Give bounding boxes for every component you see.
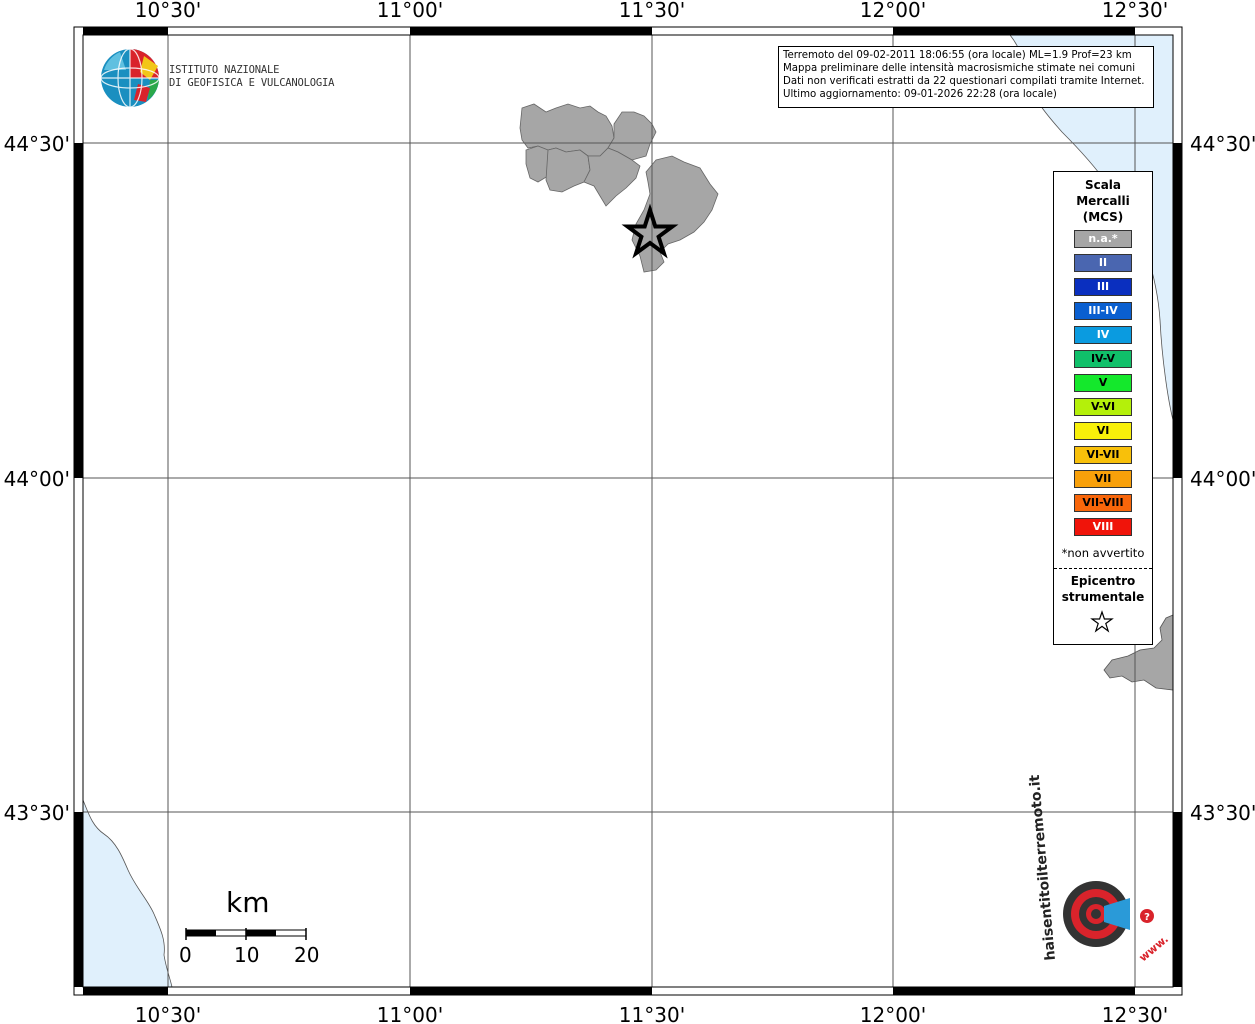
legend-item: IV (1074, 326, 1132, 344)
scale-tick-10: 10 (234, 943, 260, 967)
legend-title: Scala Mercalli (MCS) (1054, 177, 1152, 225)
info-line-1: Terremoto del 09-02-2011 18:06:55 (ora l… (783, 50, 1132, 61)
intensity-legend: Scala Mercalli (MCS) n.a.* II III III-IV IV I… (1053, 171, 1153, 645)
lon-label-top: 12°00' (860, 0, 926, 22)
lat-label-left: 43°30' (4, 801, 70, 825)
legend-item: VIII (1074, 518, 1132, 536)
lon-label-bottom: 11°30' (619, 1003, 685, 1024)
legend-epicenter-line-1: Epicentro (1070, 574, 1136, 588)
legend-title-line-3: (MCS) (1082, 210, 1124, 224)
legend-item: n.a.* (1074, 230, 1132, 248)
legend-note: *non avvertito (1061, 546, 1145, 560)
info-line-4: Ultimo aggiornamento: 09-01-2026 22:28 (… (783, 89, 1057, 100)
lon-label-bottom: 12°00' (860, 1003, 926, 1024)
legend-separator (1054, 568, 1152, 569)
lon-label-top: 12°30' (1102, 0, 1168, 22)
legend-epicenter-line-2: strumentale (1061, 590, 1145, 604)
scale-unit: km (226, 886, 270, 919)
logo-line-2: DI GEOFISICA E VULCANOLOGIA (169, 77, 335, 89)
lat-label-right: 43°30' (1190, 801, 1255, 825)
ingv-logo-icon (100, 48, 160, 108)
legend-item: VI (1074, 422, 1132, 440)
legend-item: III-IV (1074, 302, 1132, 320)
lat-label-right: 44°00' (1190, 467, 1255, 491)
lon-label-bottom: 11°00' (377, 1003, 443, 1024)
badge-question: ? (1144, 912, 1150, 923)
lat-label-left: 44°30' (4, 132, 70, 156)
legend-epicenter-label: Epicentro strumentale (1054, 573, 1152, 605)
legend-title-line-1: Scala (1084, 178, 1122, 192)
legend-item: VII-VIII (1074, 494, 1132, 512)
lat-label-right: 44°30' (1190, 132, 1255, 156)
legend-item: VII (1074, 470, 1132, 488)
lat-label-left: 44°00' (4, 467, 70, 491)
legend-item: IV-V (1074, 350, 1132, 368)
legend-item: II (1074, 254, 1132, 272)
scale-tick-0: 0 (179, 943, 192, 967)
event-info-box: Terremoto del 09-02-2011 18:06:55 (ora l… (778, 46, 1154, 108)
info-line-3: Dati non verificati estratti da 22 quest… (783, 76, 1145, 87)
lon-label-top: 11°30' (619, 0, 685, 22)
lon-label-bottom: 10°30' (135, 1003, 201, 1024)
info-line-2: Mappa preliminare delle intensità macros… (783, 63, 1136, 74)
legend-item: VI-VII (1074, 446, 1132, 464)
legend-item: III (1074, 278, 1132, 296)
logo-line-1: ISTITUTO NAZIONALE (169, 64, 280, 76)
legend-title-line-2: Mercalli (1076, 194, 1130, 208)
ingv-logo-text: ISTITUTO NAZIONALE DI GEOFISICA E VULCAN… (169, 64, 334, 90)
legend-star-icon (1090, 610, 1114, 633)
legend-item: V-VI (1074, 398, 1132, 416)
lon-label-top: 10°30' (135, 0, 201, 22)
lon-label-top: 11°00' (377, 0, 443, 22)
scale-tick-20: 20 (294, 943, 320, 967)
lon-label-bottom: 12°30' (1102, 1003, 1168, 1024)
legend-item: V (1074, 374, 1132, 392)
